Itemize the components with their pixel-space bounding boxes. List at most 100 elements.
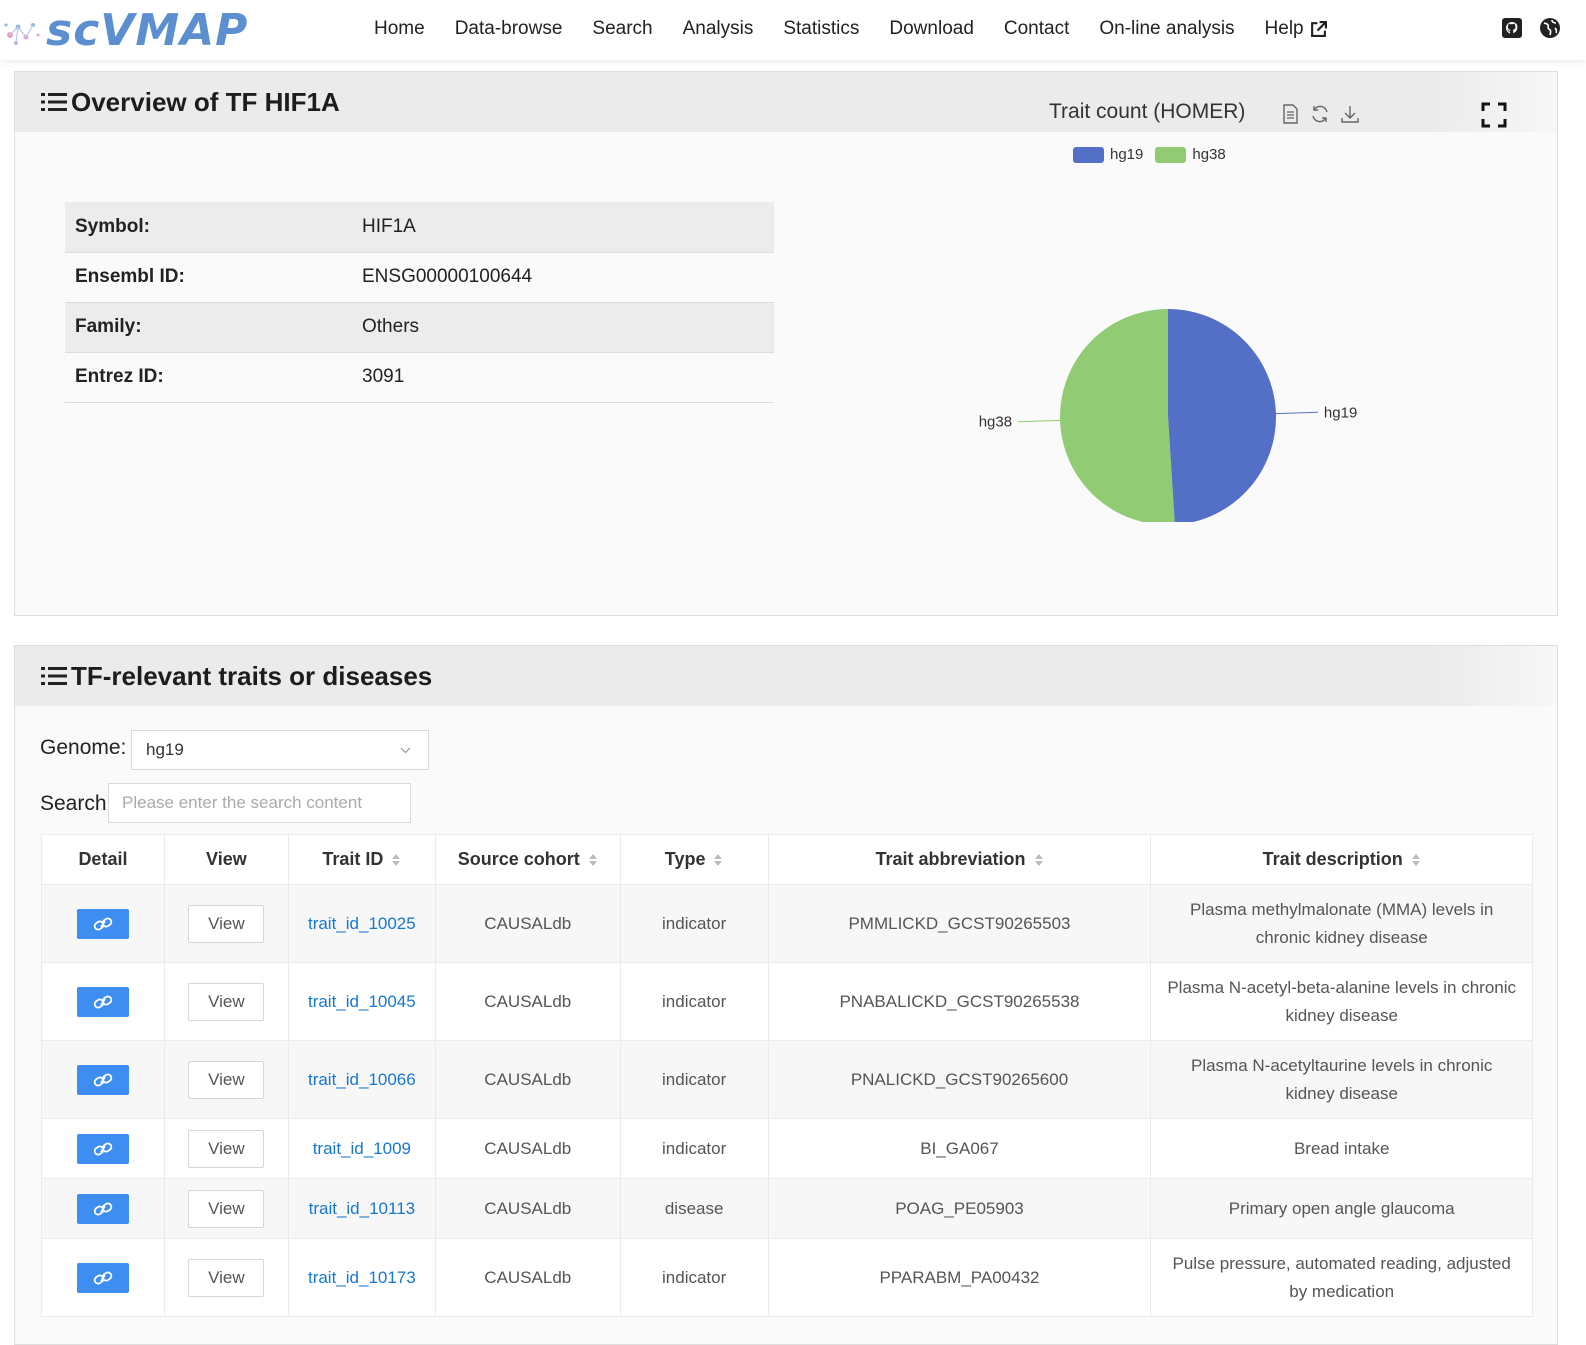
col-trait-abbreviation[interactable]: Trait abbreviation: [767, 834, 1152, 885]
col-type[interactable]: Type: [619, 834, 769, 885]
genome-select[interactable]: hg19: [131, 730, 429, 770]
nav-contact[interactable]: Contact: [1004, 14, 1069, 44]
view-button[interactable]: View: [188, 1189, 265, 1228]
external-link-icon: [1310, 20, 1327, 37]
pie-label-line: [1275, 411, 1318, 415]
chevron-down-icon: [400, 747, 411, 754]
detail-cell: [41, 884, 165, 963]
info-row-entrez: Entrez ID: 3091: [65, 352, 774, 403]
legend-item-hg19[interactable]: hg19: [1073, 146, 1143, 163]
legend-swatch-hg19: [1073, 146, 1104, 163]
sort-icon[interactable]: [391, 853, 401, 867]
table-row: View trait_id_10173 CAUSALdb indicator PPARA…: [41, 1238, 1533, 1317]
nav-data-browse[interactable]: Data-browse: [455, 14, 563, 44]
overview-title: Overview of TF HIF1A: [71, 86, 340, 117]
genome-label: Genome:: [40, 736, 127, 759]
site-logo[interactable]: scVMAP: [0, 4, 248, 56]
overview-panel: Overview of TF HIF1A Symbol: HIF1A Ensem…: [14, 71, 1558, 616]
info-label: Entrez ID:: [65, 352, 352, 403]
source-cohort-cell: CAUSALdb: [434, 884, 621, 963]
sort-icon[interactable]: [588, 853, 598, 867]
source-cohort-cell: CAUSALdb: [434, 1238, 621, 1317]
pie-label: hg38: [979, 414, 1012, 431]
trait-id-link[interactable]: trait_id_10066: [308, 1070, 416, 1089]
view-button[interactable]: View: [188, 1129, 265, 1168]
trait-id-link[interactable]: trait_id_10173: [308, 1268, 416, 1287]
info-value: HIF1A: [352, 202, 774, 253]
detail-cell: [41, 1238, 165, 1317]
type-cell: indicator: [619, 884, 769, 963]
chart-title: Trait count (HOMER): [1049, 100, 1246, 123]
view-button[interactable]: View: [188, 1258, 265, 1297]
table-row: View trait_id_10113 CAUSALdb disease POAG_PE…: [41, 1178, 1533, 1239]
top-icons: [1500, 16, 1562, 40]
data-view-icon[interactable]: [1279, 103, 1301, 125]
link-icon: [93, 1073, 113, 1086]
pie-slice-hg38[interactable]: [1060, 309, 1175, 522]
view-button[interactable]: View: [188, 904, 265, 943]
trait-id-link[interactable]: trait_id_10025: [308, 914, 416, 933]
nav-home[interactable]: Home: [374, 14, 425, 44]
pie-slice-hg19[interactable]: [1168, 309, 1276, 522]
detail-link-button[interactable]: [76, 986, 129, 1017]
view-cell: View: [163, 1040, 289, 1119]
detail-link-button[interactable]: [76, 1262, 129, 1293]
legend-swatch-hg38: [1155, 146, 1187, 163]
nav-help[interactable]: Help: [1265, 14, 1327, 44]
sort-icon[interactable]: [1411, 853, 1421, 867]
refresh-icon[interactable]: [1309, 103, 1331, 125]
info-row-symbol: Symbol: HIF1A: [65, 202, 774, 253]
download-icon[interactable]: [1339, 103, 1361, 125]
github-icon[interactable]: [1500, 16, 1524, 40]
info-value: Others: [352, 302, 774, 353]
view-button[interactable]: View: [188, 982, 265, 1021]
col-trait-id[interactable]: Trait ID: [287, 834, 436, 885]
legend-item-hg38[interactable]: hg38: [1155, 146, 1226, 163]
trait-id-cell: trait_id_1009: [287, 1118, 436, 1179]
source-cohort-cell: CAUSALdb: [434, 962, 621, 1041]
trait-id-link[interactable]: trait_id_10045: [308, 992, 416, 1011]
search-input[interactable]: [108, 783, 411, 823]
col-label: Type: [664, 849, 706, 869]
view-button[interactable]: View: [188, 1060, 265, 1099]
detail-link-button[interactable]: [76, 1133, 129, 1164]
tf-info-table: Symbol: HIF1A Ensembl ID: ENSG0000010064…: [65, 202, 774, 403]
trait-id-cell: trait_id_10113: [287, 1178, 436, 1239]
fullscreen-icon[interactable]: [1481, 102, 1507, 128]
view-cell: View: [163, 1178, 289, 1239]
detail-cell: [41, 1040, 165, 1119]
nav-analysis[interactable]: Analysis: [683, 14, 754, 44]
nav-search[interactable]: Search: [592, 14, 652, 44]
trait-id-cell: trait_id_10025: [287, 884, 436, 963]
link-icon: [93, 1202, 113, 1215]
nav-statistics[interactable]: Statistics: [783, 14, 859, 44]
trait-id-link[interactable]: trait_id_10113: [309, 1199, 416, 1218]
col-source-cohort[interactable]: Source cohort: [434, 834, 621, 885]
trait-description-cell: Plasma methylmalonate (MMA) levels in ch…: [1150, 884, 1533, 963]
nav-online-analysis[interactable]: On-line analysis: [1099, 14, 1234, 44]
trait-description-cell: Primary open angle glaucoma: [1150, 1178, 1533, 1239]
trait-id-link[interactable]: trait_id_1009: [313, 1139, 411, 1158]
pie-label-line: [1018, 419, 1061, 423]
col-trait-description[interactable]: Trait description: [1150, 834, 1533, 885]
table-row: View trait_id_10066 CAUSALdb indicator PNALI…: [41, 1040, 1533, 1119]
detail-link-button[interactable]: [76, 908, 129, 939]
detail-cell: [41, 1118, 165, 1179]
col-detail: Detail: [41, 834, 165, 885]
detail-link-button[interactable]: [76, 1193, 129, 1224]
trait-description-cell: Plasma N-acetyl-beta-alanine levels in c…: [1150, 962, 1533, 1041]
trait-abbreviation-cell: POAG_PE05903: [767, 1178, 1152, 1239]
detail-link-button[interactable]: [76, 1064, 129, 1095]
nav-download[interactable]: Download: [889, 14, 974, 44]
view-cell: View: [163, 1238, 289, 1317]
globe-icon[interactable]: [1538, 16, 1562, 40]
sort-icon[interactable]: [1034, 853, 1044, 867]
col-label: Trait abbreviation: [875, 849, 1026, 869]
type-cell: indicator: [619, 1040, 769, 1119]
sort-icon[interactable]: [713, 853, 723, 867]
link-icon: [93, 995, 113, 1008]
col-label: Trait ID: [322, 849, 384, 869]
chart-toolbox: [1279, 103, 1361, 125]
detail-cell: [41, 962, 165, 1041]
pie-label: hg19: [1324, 404, 1357, 421]
